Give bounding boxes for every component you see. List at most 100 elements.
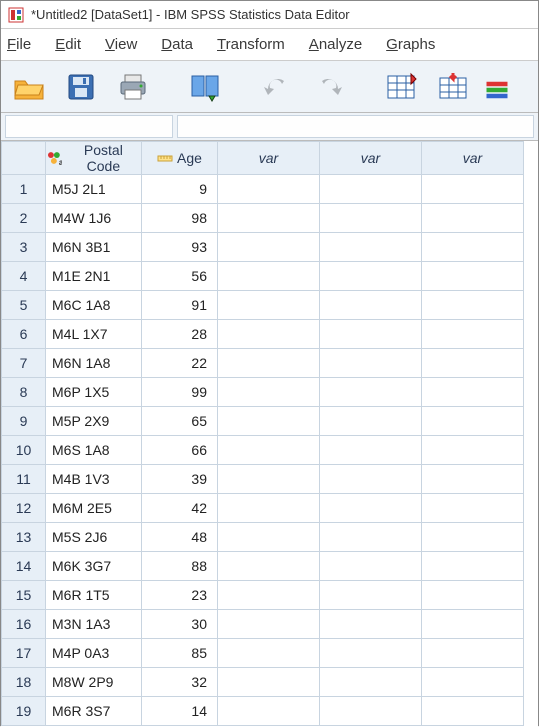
cell-postal[interactable]: M5J 2L1: [46, 175, 142, 204]
cell-empty[interactable]: [218, 697, 320, 726]
undo-button[interactable]: [257, 67, 297, 107]
cell-postal[interactable]: M6S 1A8: [46, 436, 142, 465]
cell-age[interactable]: 65: [142, 407, 218, 436]
cell-empty[interactable]: [218, 436, 320, 465]
cell-age[interactable]: 42: [142, 494, 218, 523]
row-header[interactable]: 6: [2, 320, 46, 349]
cell-empty[interactable]: [422, 175, 524, 204]
cell-empty[interactable]: [320, 204, 422, 233]
cell-age[interactable]: 28: [142, 320, 218, 349]
row-header[interactable]: 2: [2, 204, 46, 233]
cell-empty[interactable]: [422, 668, 524, 697]
cell-postal[interactable]: M8W 2P9: [46, 668, 142, 697]
cell-empty[interactable]: [218, 639, 320, 668]
grid-corner[interactable]: [2, 142, 46, 175]
cell-empty[interactable]: [422, 291, 524, 320]
cell-empty[interactable]: [320, 233, 422, 262]
cell-postal[interactable]: M5S 2J6: [46, 523, 142, 552]
menu-data[interactable]: Data: [161, 36, 193, 53]
cell-empty[interactable]: [320, 610, 422, 639]
goto-variable-button[interactable]: [433, 67, 473, 107]
cell-empty[interactable]: [422, 639, 524, 668]
cell-empty[interactable]: [218, 668, 320, 697]
row-header[interactable]: 16: [2, 610, 46, 639]
cell-empty[interactable]: [218, 610, 320, 639]
row-header[interactable]: 10: [2, 436, 46, 465]
row-header[interactable]: 1: [2, 175, 46, 204]
row-header[interactable]: 3: [2, 233, 46, 262]
cell-empty[interactable]: [218, 262, 320, 291]
cell-empty[interactable]: [218, 349, 320, 378]
cell-empty[interactable]: [320, 523, 422, 552]
menu-edit[interactable]: Edit: [55, 36, 81, 53]
cell-empty[interactable]: [422, 581, 524, 610]
cell-empty[interactable]: [320, 262, 422, 291]
cell-postal[interactable]: M6C 1A8: [46, 291, 142, 320]
cell-empty[interactable]: [320, 436, 422, 465]
cell-postal[interactable]: M4P 0A3: [46, 639, 142, 668]
cell-postal[interactable]: M6M 2E5: [46, 494, 142, 523]
row-header[interactable]: 12: [2, 494, 46, 523]
cell-postal[interactable]: M6N 1A8: [46, 349, 142, 378]
cell-empty[interactable]: [422, 262, 524, 291]
recall-dialog-button[interactable]: [185, 67, 225, 107]
cell-empty[interactable]: [218, 291, 320, 320]
cell-postal[interactable]: M6K 3G7: [46, 552, 142, 581]
cell-age[interactable]: 99: [142, 378, 218, 407]
row-header[interactable]: 11: [2, 465, 46, 494]
cell-age[interactable]: 39: [142, 465, 218, 494]
cell-age[interactable]: 91: [142, 291, 218, 320]
cell-empty[interactable]: [218, 552, 320, 581]
cell-empty[interactable]: [218, 320, 320, 349]
row-header[interactable]: 4: [2, 262, 46, 291]
menu-view[interactable]: View: [105, 36, 137, 53]
cell-postal[interactable]: M4B 1V3: [46, 465, 142, 494]
cell-age[interactable]: 23: [142, 581, 218, 610]
cell-empty[interactable]: [320, 668, 422, 697]
row-header[interactable]: 14: [2, 552, 46, 581]
menu-transform[interactable]: Transform: [217, 36, 285, 53]
cell-postal[interactable]: M6N 3B1: [46, 233, 142, 262]
cell-age[interactable]: 56: [142, 262, 218, 291]
cell-empty[interactable]: [218, 523, 320, 552]
cell-empty[interactable]: [218, 465, 320, 494]
row-header[interactable]: 18: [2, 668, 46, 697]
cell-age[interactable]: 9: [142, 175, 218, 204]
cell-empty[interactable]: [218, 204, 320, 233]
row-header[interactable]: 15: [2, 581, 46, 610]
menu-file[interactable]: File: [7, 36, 31, 53]
cell-age[interactable]: 14: [142, 697, 218, 726]
cell-empty[interactable]: [422, 523, 524, 552]
cell-empty[interactable]: [422, 378, 524, 407]
cell-age[interactable]: 66: [142, 436, 218, 465]
cell-postal[interactable]: M3N 1A3: [46, 610, 142, 639]
cell-empty[interactable]: [218, 233, 320, 262]
cell-postal[interactable]: M6R 1T5: [46, 581, 142, 610]
save-button[interactable]: [61, 67, 101, 107]
cell-empty[interactable]: [320, 552, 422, 581]
variables-button[interactable]: [485, 67, 509, 107]
cell-empty[interactable]: [320, 291, 422, 320]
cell-empty[interactable]: [422, 320, 524, 349]
cell-age[interactable]: 30: [142, 610, 218, 639]
cell-empty[interactable]: [422, 349, 524, 378]
row-header[interactable]: 8: [2, 378, 46, 407]
cell-age[interactable]: 88: [142, 552, 218, 581]
cell-empty[interactable]: [320, 175, 422, 204]
cell-empty[interactable]: [218, 494, 320, 523]
data-grid-wrap[interactable]: a Postal Code Age var var var 1M5J 2L192…: [1, 141, 538, 727]
row-header[interactable]: 9: [2, 407, 46, 436]
cell-empty[interactable]: [422, 552, 524, 581]
cell-empty[interactable]: [422, 204, 524, 233]
cell-empty[interactable]: [320, 378, 422, 407]
cell-age[interactable]: 85: [142, 639, 218, 668]
cell-empty[interactable]: [320, 697, 422, 726]
cell-empty[interactable]: [422, 697, 524, 726]
cell-age[interactable]: 22: [142, 349, 218, 378]
row-header[interactable]: 5: [2, 291, 46, 320]
cell-empty[interactable]: [320, 639, 422, 668]
cell-empty[interactable]: [218, 378, 320, 407]
cell-empty[interactable]: [422, 407, 524, 436]
cell-empty[interactable]: [320, 465, 422, 494]
cell-age[interactable]: 98: [142, 204, 218, 233]
